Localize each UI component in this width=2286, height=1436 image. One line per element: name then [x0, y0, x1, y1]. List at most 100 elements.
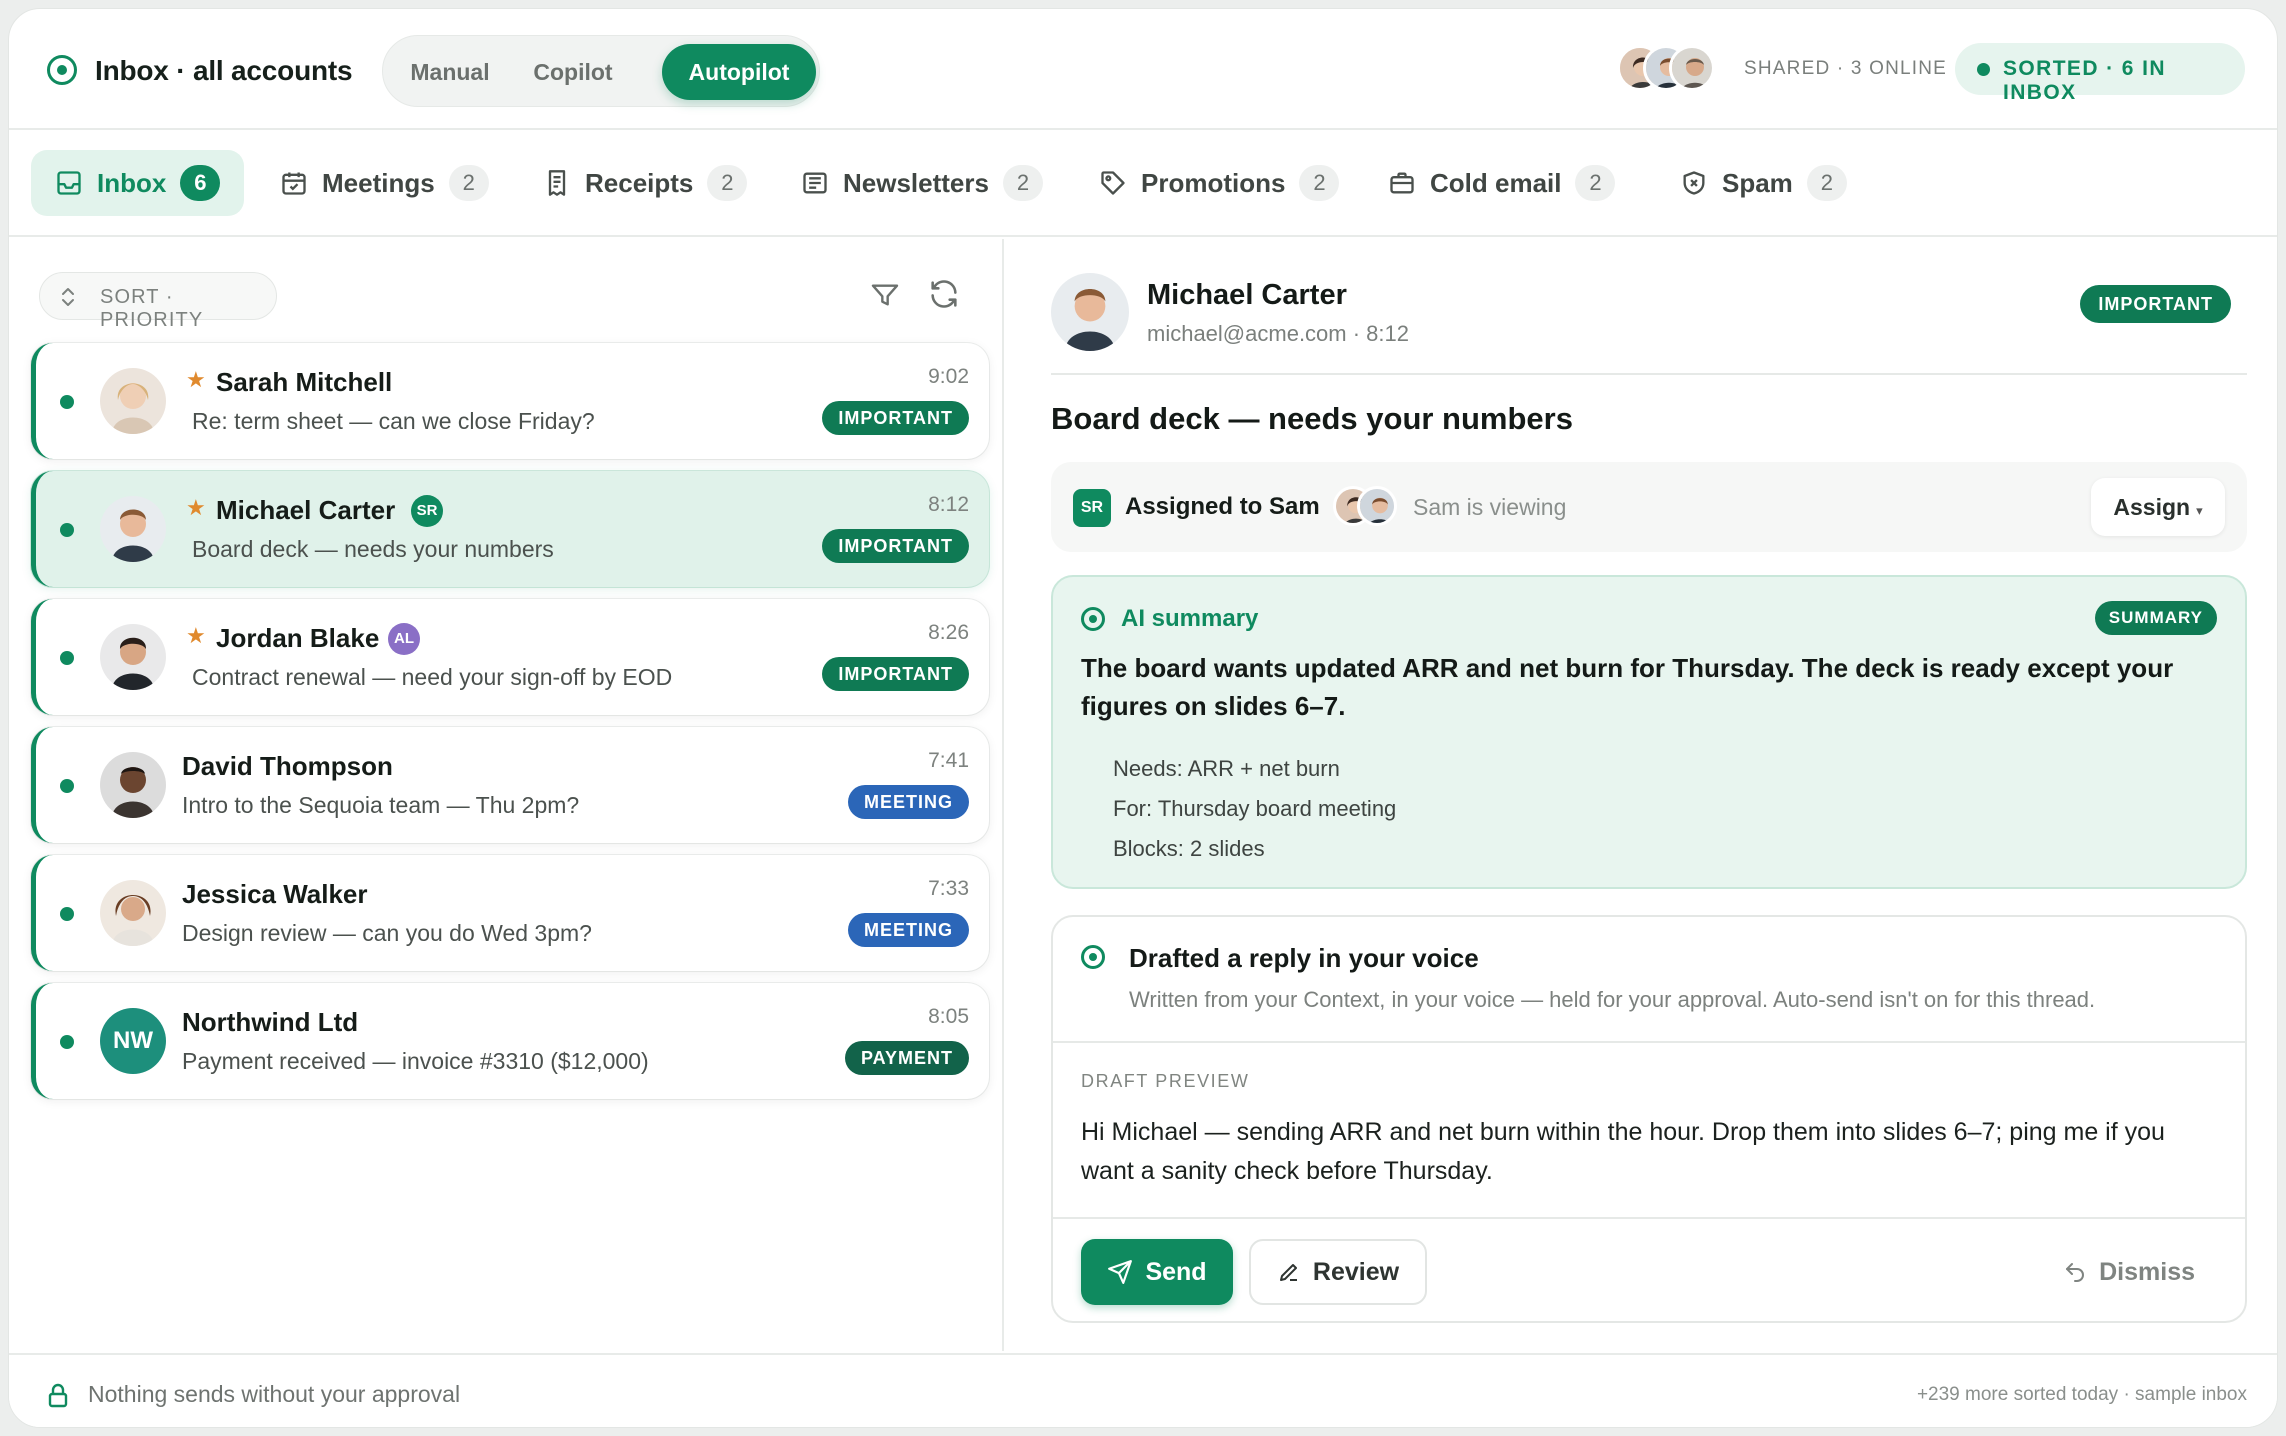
- sort-button[interactable]: SORT · PRIORITY: [39, 272, 277, 331]
- refresh-icon[interactable]: [927, 277, 961, 311]
- star-icon[interactable]: ★: [186, 623, 206, 649]
- timestamp: 8:26: [928, 621, 969, 644]
- avatar: [1669, 45, 1715, 91]
- tab-cold-email[interactable]: Cold email 2: [1364, 150, 1639, 216]
- tab-promotions[interactable]: Promotions 2: [1075, 150, 1363, 216]
- briefcase-icon: [1388, 169, 1416, 197]
- tab-count: 2: [448, 165, 489, 201]
- sender-name: Michael Carter: [216, 495, 396, 525]
- mode-manual-button[interactable]: Manual: [395, 44, 505, 100]
- caret-down-icon: ▾: [2196, 503, 2203, 518]
- assignee-badge: SR: [411, 495, 443, 527]
- send-label: Send: [1145, 1257, 1207, 1286]
- shared-status: SHARED · 3 ONLINE: [1744, 58, 1948, 79]
- top-bar: Inbox · all accounts Manual Copilot Auto…: [9, 9, 2277, 130]
- sort-icon: [58, 285, 78, 309]
- tab-label: Cold email: [1430, 167, 1562, 198]
- pencil-icon: [1277, 1260, 1301, 1284]
- filter-icon[interactable]: [869, 279, 901, 311]
- sorted-status-badge: SORTED · 6 IN INBOX: [1955, 43, 2245, 104]
- sender-meta: michael@acme.com · 8:12: [1147, 321, 1409, 346]
- send-icon: [1107, 1259, 1133, 1285]
- mode-autopilot-button[interactable]: Autopilot: [662, 44, 816, 100]
- list-item[interactable]: NW Northwind Ltd Payment received — invo…: [31, 983, 989, 1099]
- draft-title: Drafted a reply in your voice: [1129, 943, 1479, 973]
- sender-name: David Thompson: [182, 751, 393, 781]
- sender-name: Michael Carter: [1147, 279, 1347, 311]
- tab-meetings[interactable]: Meetings 2: [256, 150, 513, 216]
- subject-line: Board deck — needs your numbers: [192, 536, 554, 562]
- summary-badge: SUMMARY: [2094, 601, 2217, 635]
- tab-spam[interactable]: Spam 2: [1656, 150, 1871, 216]
- list-item[interactable]: Jessica Walker Design review — can you d…: [31, 855, 989, 971]
- target-icon: [1081, 945, 1105, 969]
- mail-list-pane: SORT · PRIORITY ★ Sarah Mitchell Re: ter…: [9, 239, 1004, 1351]
- assign-button[interactable]: Assign ▾: [2091, 478, 2225, 536]
- draft-reply-card: Drafted a reply in your voice Written fr…: [1051, 915, 2247, 1323]
- unread-dot: [60, 395, 74, 409]
- sorted-today-note: +239 more sorted today · sample inbox: [1916, 1384, 2247, 1405]
- unread-dot: [60, 523, 74, 537]
- avatar: NW: [100, 1008, 166, 1074]
- message-subject: Board deck — needs your numbers: [1051, 401, 1573, 436]
- unread-dot: [60, 779, 74, 793]
- tab-count: 2: [1575, 165, 1616, 201]
- target-icon: [47, 55, 77, 85]
- tab-label: Inbox: [97, 167, 167, 198]
- dismiss-button[interactable]: Dismiss: [2063, 1239, 2195, 1305]
- unread-dot: [60, 651, 74, 665]
- tab-label: Newsletters: [843, 167, 989, 198]
- avatar: [100, 368, 166, 434]
- payment-tag: PAYMENT: [844, 1041, 969, 1075]
- timestamp: 8:05: [928, 1005, 969, 1028]
- lock-icon: [47, 1383, 69, 1409]
- list-item[interactable]: ★ Michael Carter SR Board deck — needs y…: [31, 471, 989, 587]
- undo-icon: [2063, 1260, 2087, 1284]
- avatar: [100, 496, 166, 562]
- list-item[interactable]: David Thompson Intro to the Sequoia team…: [31, 727, 989, 843]
- meeting-tag: MEETING: [847, 785, 969, 819]
- subject-line: Design review — can you do Wed 3pm?: [182, 920, 592, 946]
- dismiss-label: Dismiss: [2099, 1257, 2195, 1286]
- receipt-icon: [543, 169, 571, 197]
- star-icon[interactable]: ★: [186, 495, 206, 521]
- viewing-status: Sam is viewing: [1413, 494, 1567, 520]
- newsletter-icon: [801, 169, 829, 197]
- summary-points: Needs: ARR + net burn For: Thursday boar…: [1113, 749, 1396, 869]
- page-title: Inbox · all accounts: [95, 55, 353, 86]
- status-dot: [1977, 63, 1990, 76]
- footer-bar: Nothing sends without your approval +239…: [9, 1353, 2277, 1427]
- tab-count: 2: [707, 165, 748, 201]
- online-avatars[interactable]: [1617, 45, 1737, 95]
- important-tag: IMPORTANT: [822, 401, 969, 435]
- unread-dot: [60, 907, 74, 921]
- tab-inbox[interactable]: Inbox 6: [31, 150, 245, 216]
- divider: [1051, 373, 2247, 375]
- tab-count: 2: [1299, 165, 1340, 201]
- target-icon: [1081, 607, 1105, 631]
- tab-label: Meetings: [322, 167, 435, 198]
- subject-line: Intro to the Sequoia team — Thu 2pm?: [182, 792, 580, 818]
- send-button[interactable]: Send: [1081, 1239, 1233, 1305]
- assignee-badge: AL: [388, 623, 420, 655]
- mode-copilot-button[interactable]: Copilot: [513, 44, 633, 100]
- list-item[interactable]: ★ Sarah Mitchell Re: term sheet — can we…: [31, 343, 989, 459]
- tab-label: Promotions: [1141, 167, 1286, 198]
- summary-point: Needs: ARR + net burn: [1113, 756, 1340, 781]
- sender-name: Jessica Walker: [182, 879, 368, 909]
- draft-subtitle: Written from your Context, in your voice…: [1129, 987, 2096, 1012]
- tab-receipts[interactable]: Receipts 2: [519, 150, 771, 216]
- viewer-avatars: [1333, 486, 1403, 530]
- tab-count: 6: [180, 165, 221, 201]
- star-icon[interactable]: ★: [186, 367, 206, 393]
- review-button[interactable]: Review: [1249, 1239, 1427, 1305]
- subject-line: Re: term sheet — can we close Friday?: [192, 408, 595, 434]
- review-label: Review: [1312, 1257, 1400, 1286]
- draft-preview-text[interactable]: Hi Michael — sending ARR and net burn wi…: [1081, 1113, 2211, 1191]
- summary-text: The board wants updated ARR and net burn…: [1081, 653, 2174, 721]
- sender-name: Jordan Blake: [216, 623, 380, 653]
- tab-label: Receipts: [585, 167, 694, 198]
- list-item[interactable]: ★ Jordan Blake AL Contract renewal — nee…: [31, 599, 989, 715]
- tab-newsletters[interactable]: Newsletters 2: [777, 150, 1067, 216]
- sender-name: Sarah Mitchell: [216, 367, 393, 397]
